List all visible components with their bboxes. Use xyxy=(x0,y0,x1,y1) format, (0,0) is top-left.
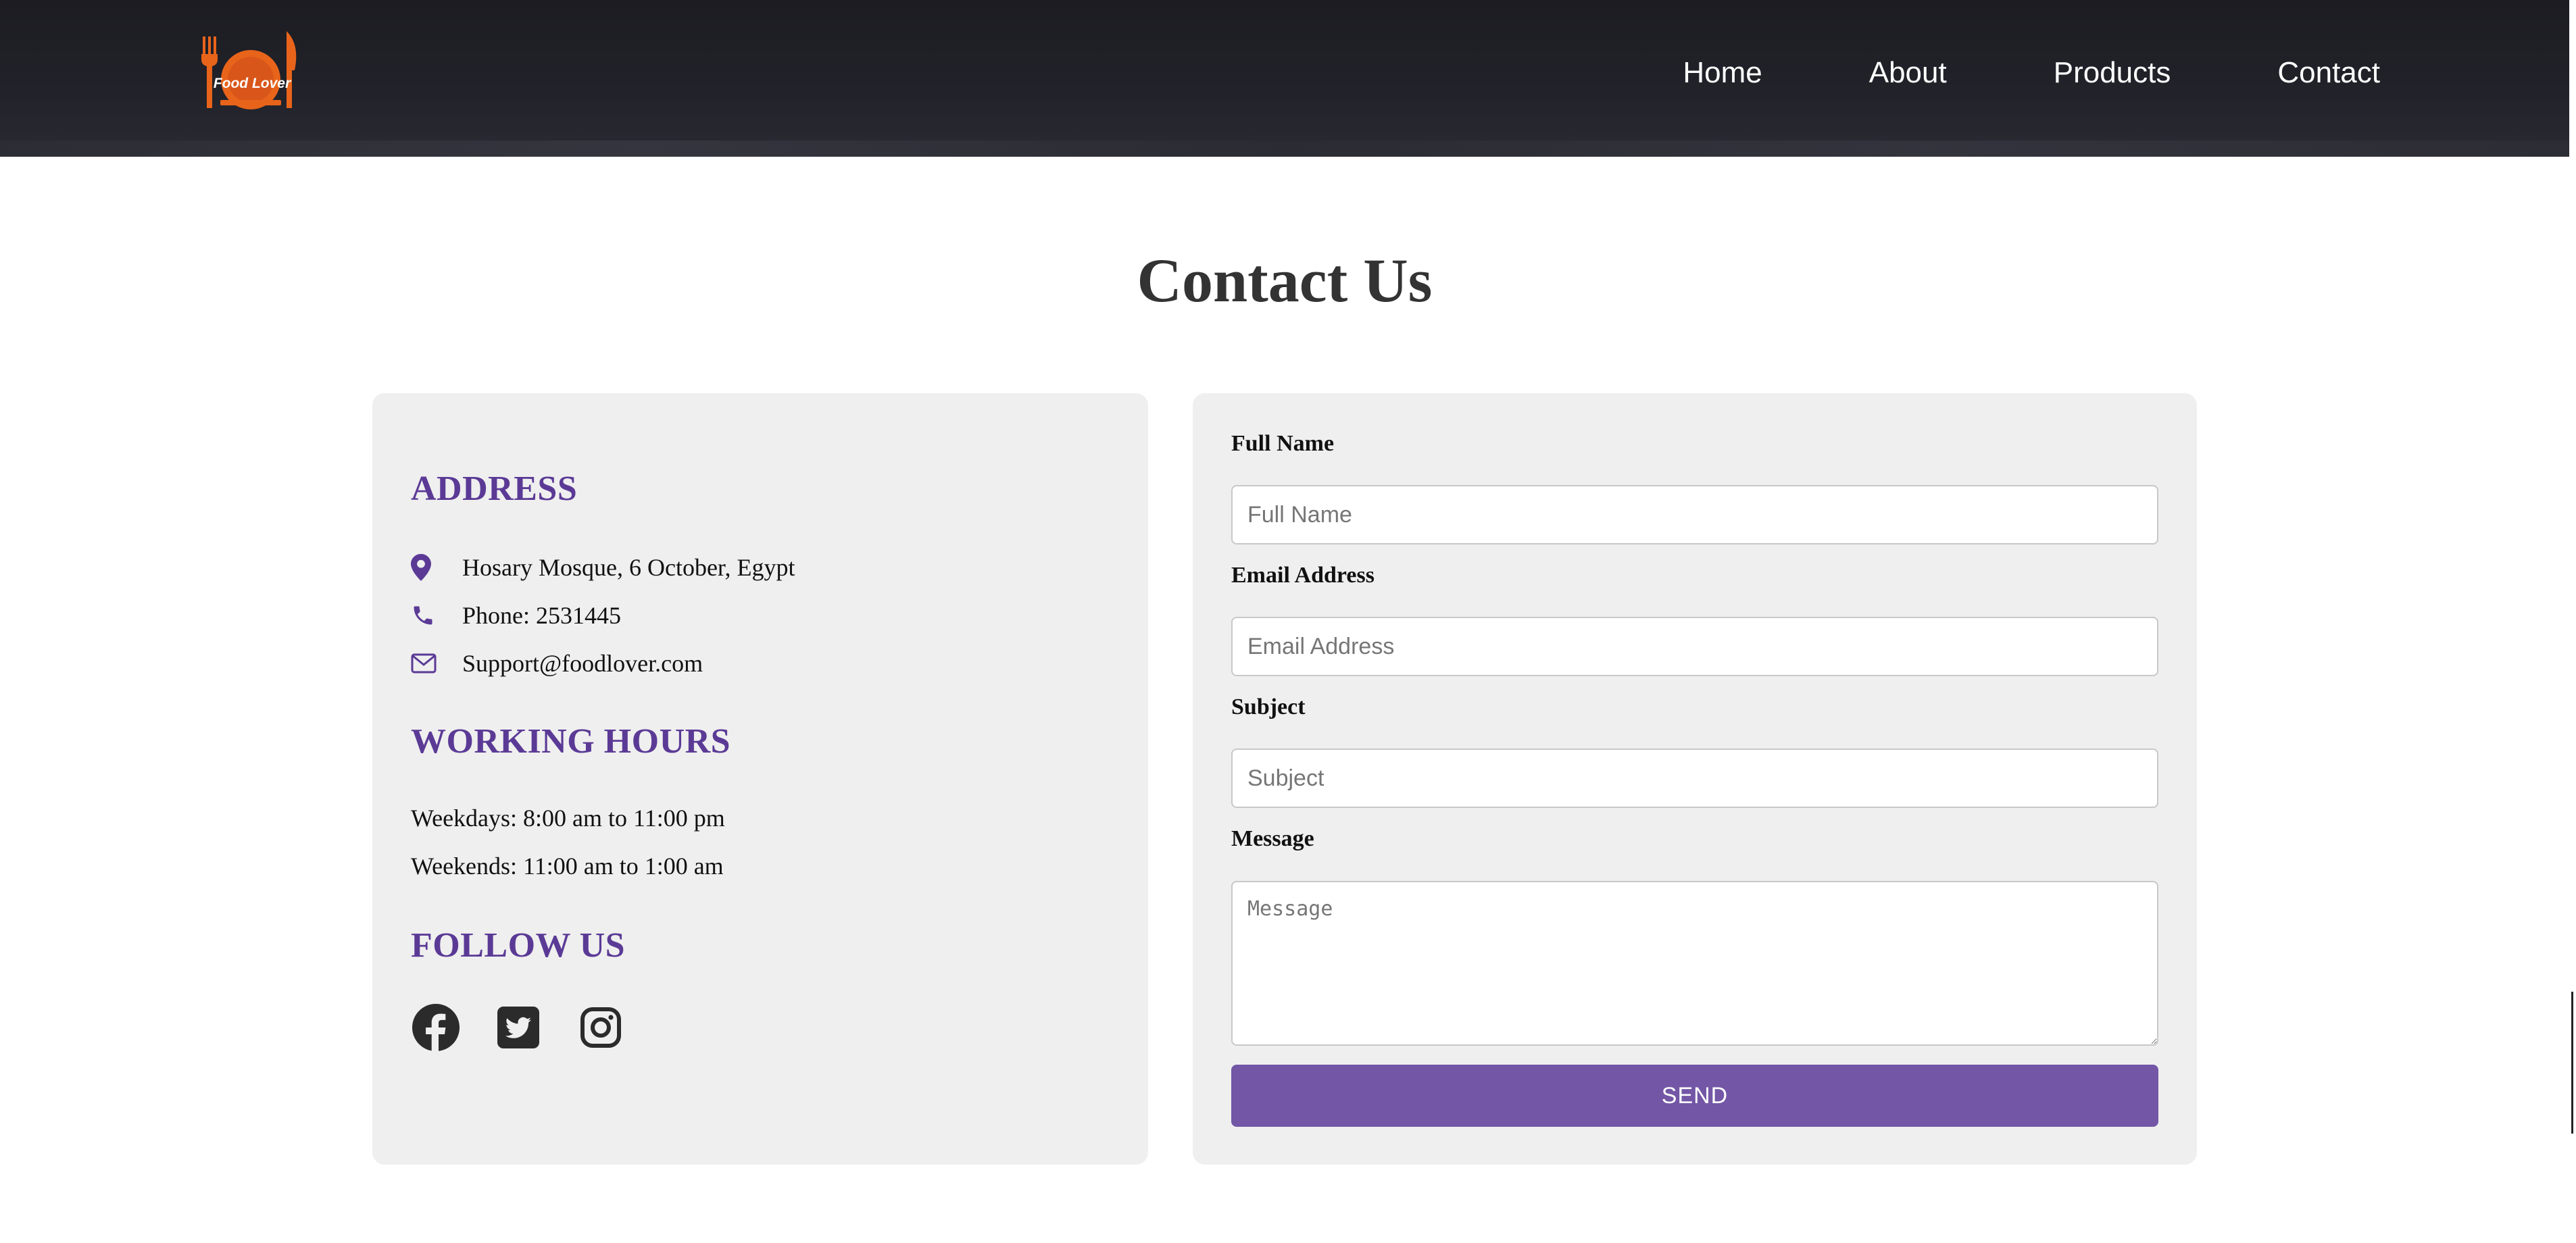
full-name-input[interactable] xyxy=(1231,485,2158,544)
address-heading: ADDRESS xyxy=(411,470,578,508)
page-title: Contact Us xyxy=(1137,246,1433,315)
contact-info-card: ADDRESS Hosary Mosque, 6 October, Egypt … xyxy=(372,393,1148,1165)
weekdays-hours: Weekdays: 8:00 am to 11:00 pm xyxy=(411,805,725,832)
nav-about[interactable]: About xyxy=(1869,56,1947,90)
follow-us-heading: FOLLOW US xyxy=(411,926,626,965)
email-address-label: Email Address xyxy=(1231,563,1374,588)
nav-home[interactable]: Home xyxy=(1683,56,1762,90)
scrollbar-edge xyxy=(2571,992,2573,1134)
facebook-icon[interactable] xyxy=(411,1003,461,1052)
address-row: Hosary Mosque, 6 October, Egypt xyxy=(411,553,795,582)
working-hours-heading: WORKING HOURS xyxy=(411,722,731,761)
phone-text: Phone: 2531445 xyxy=(462,602,622,629)
nav-products[interactable]: Products xyxy=(2054,56,2171,90)
site-header: Food Lover Home About Products Contact xyxy=(0,0,2569,157)
email-text[interactable]: Support@foodlover.com xyxy=(462,649,703,678)
logo-graphic: Food Lover xyxy=(201,31,297,109)
instagram-icon[interactable] xyxy=(576,1003,626,1052)
nav-contact[interactable]: Contact xyxy=(2277,56,2380,90)
subject-label: Subject xyxy=(1231,694,1306,719)
email-address-input[interactable] xyxy=(1231,617,2158,676)
send-button[interactable]: SEND xyxy=(1231,1065,2158,1127)
contact-form-card: Full Name Email Address Subject Message … xyxy=(1193,393,2197,1165)
message-label: Message xyxy=(1231,826,1314,851)
phone-row: Phone: 2531445 xyxy=(411,601,621,630)
twitter-icon[interactable] xyxy=(493,1003,543,1052)
phone-icon xyxy=(411,601,441,630)
message-textarea[interactable] xyxy=(1231,881,2158,1046)
logo-text: Food Lover xyxy=(214,76,292,91)
weekends-hours: Weekends: 11:00 am to 1:00 am xyxy=(411,853,724,880)
main-nav: Home About Products Contact xyxy=(1683,0,2380,146)
full-name-label: Full Name xyxy=(1231,431,1335,456)
food-lover-logo[interactable]: Food Lover xyxy=(200,27,301,113)
location-pin-icon xyxy=(411,553,441,582)
address-text: Hosary Mosque, 6 October, Egypt xyxy=(462,554,795,581)
envelope-icon xyxy=(411,649,441,678)
subject-input[interactable] xyxy=(1231,749,2158,808)
email-row: Support@foodlover.com xyxy=(411,649,703,678)
social-links xyxy=(411,1003,626,1052)
